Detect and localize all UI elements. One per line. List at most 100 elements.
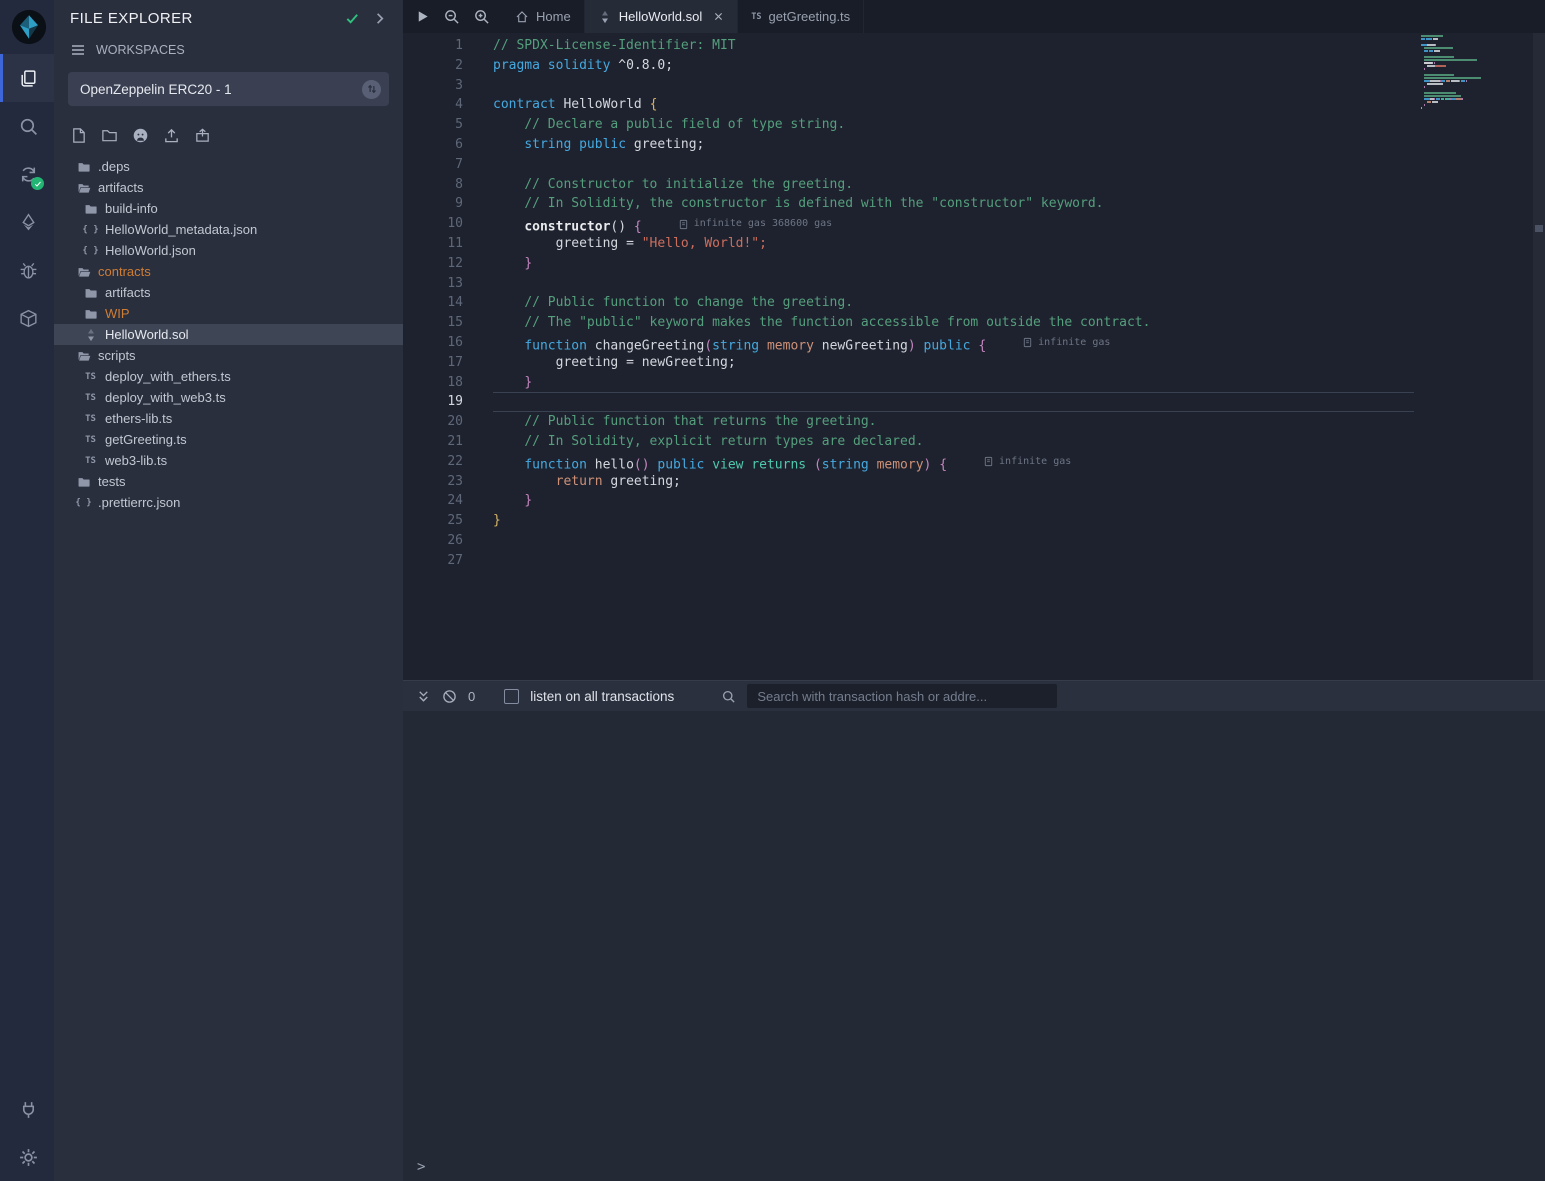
line-number[interactable]: 20: [403, 412, 493, 432]
listen-transactions-label[interactable]: listen on all transactions: [530, 689, 674, 704]
new-folder-icon[interactable]: [101, 127, 118, 144]
code-line[interactable]: contract HelloWorld {: [493, 95, 1414, 115]
search-icon[interactable]: [0, 102, 54, 150]
workspaces-menu-icon[interactable]: [70, 42, 86, 58]
file-item-deploy-with-ethers-ts[interactable]: TSdeploy_with_ethers.ts: [54, 366, 403, 387]
scrollbar-thumb[interactable]: [1535, 225, 1543, 232]
workspace-switch-icon[interactable]: [362, 80, 381, 99]
line-number[interactable]: 10: [403, 214, 493, 234]
publish-icon[interactable]: [194, 127, 211, 144]
file-item-helloworld-json[interactable]: { }HelloWorld.json: [54, 240, 403, 261]
folder-item-build-info[interactable]: build-info: [54, 198, 403, 219]
code-line[interactable]: }: [493, 373, 1414, 393]
folder-item-wip[interactable]: WIP: [54, 303, 403, 324]
code-line[interactable]: [493, 274, 1414, 294]
line-number[interactable]: 2: [403, 56, 493, 76]
file-item-prettierrc-json[interactable]: { }.prettierrc.json: [54, 492, 403, 513]
code-line[interactable]: return greeting;: [493, 472, 1414, 492]
code-line[interactable]: // In Solidity, explicit return types ar…: [493, 432, 1414, 452]
terminal-output[interactable]: >: [403, 711, 1545, 1181]
line-number[interactable]: 26: [403, 531, 493, 551]
line-number[interactable]: 5: [403, 115, 493, 135]
code-line[interactable]: greeting = newGreeting;: [493, 353, 1414, 373]
code-line[interactable]: [493, 76, 1414, 96]
github-icon[interactable]: [132, 127, 149, 144]
line-number[interactable]: 16: [403, 333, 493, 353]
code-line[interactable]: [493, 531, 1414, 551]
code-line[interactable]: }: [493, 254, 1414, 274]
line-number[interactable]: 19: [403, 392, 493, 412]
line-number[interactable]: 11: [403, 234, 493, 254]
file-item-ethers-lib-ts[interactable]: TSethers-lib.ts: [54, 408, 403, 429]
terminal-prompt[interactable]: >: [417, 1159, 425, 1175]
run-script-button[interactable]: [415, 9, 430, 24]
code-line[interactable]: [493, 551, 1414, 571]
code-editor[interactable]: 1234567891011121314151617181920212223242…: [403, 33, 1545, 680]
line-number[interactable]: 12: [403, 254, 493, 274]
zoom-out-button[interactable]: [443, 8, 460, 25]
debugger-icon[interactable]: [0, 246, 54, 294]
code-line[interactable]: // The "public" keyword makes the functi…: [493, 313, 1414, 333]
file-item-helloworld-metadata-json[interactable]: { }HelloWorld_metadata.json: [54, 219, 403, 240]
folder-item-contracts[interactable]: contracts: [54, 261, 403, 282]
settings-icon[interactable]: [0, 1133, 54, 1181]
plugin-manager-icon[interactable]: [0, 294, 54, 342]
code-line[interactable]: function hello() public view returns (st…: [493, 452, 1414, 472]
toggle-terminal-icon[interactable]: [416, 689, 431, 704]
solidity-compiler-icon[interactable]: [0, 150, 54, 198]
line-number[interactable]: 15: [403, 313, 493, 333]
folder-item-tests[interactable]: tests: [54, 471, 403, 492]
code-line[interactable]: // Declare a public field of type string…: [493, 115, 1414, 135]
line-number[interactable]: 8: [403, 175, 493, 195]
line-number[interactable]: 9: [403, 194, 493, 214]
file-item-web3-lib-ts[interactable]: TSweb3-lib.ts: [54, 450, 403, 471]
file-item-helloworld-sol[interactable]: HelloWorld.sol: [54, 324, 403, 345]
line-number[interactable]: 7: [403, 155, 493, 175]
code-line[interactable]: string public greeting;: [493, 135, 1414, 155]
folder-item-deps[interactable]: .deps: [54, 156, 403, 177]
code-line[interactable]: greeting = "Hello, World!";: [493, 234, 1414, 254]
line-number[interactable]: 17: [403, 353, 493, 373]
code-line[interactable]: }: [493, 491, 1414, 511]
close-tab-icon[interactable]: [713, 11, 724, 22]
code-line[interactable]: }: [493, 511, 1414, 531]
file-explorer-icon[interactable]: [0, 54, 54, 102]
file-item-deploy-with-web3-ts[interactable]: TSdeploy_with_web3.ts: [54, 387, 403, 408]
code-line[interactable]: // Public function to change the greetin…: [493, 293, 1414, 313]
line-number[interactable]: 21: [403, 432, 493, 452]
line-number[interactable]: 4: [403, 95, 493, 115]
upload-icon[interactable]: [163, 127, 180, 144]
code-line[interactable]: constructor() {infinite gas 368600 gas: [493, 214, 1414, 234]
line-number[interactable]: 24: [403, 491, 493, 511]
line-number[interactable]: 13: [403, 274, 493, 294]
code-line[interactable]: // In Solidity, the constructor is defin…: [493, 194, 1414, 214]
line-number[interactable]: 25: [403, 511, 493, 531]
code-content[interactable]: // SPDX-License-Identifier: MITpragma so…: [493, 33, 1414, 680]
expand-panel-icon[interactable]: [372, 11, 387, 26]
line-number[interactable]: 3: [403, 76, 493, 96]
listen-transactions-checkbox[interactable]: [504, 689, 519, 704]
line-number[interactable]: 18: [403, 373, 493, 393]
tab-getgreeting-ts[interactable]: TSgetGreeting.ts: [738, 0, 864, 33]
code-line[interactable]: pragma solidity ^0.8.0;: [493, 56, 1414, 76]
line-number[interactable]: 27: [403, 551, 493, 571]
line-number[interactable]: 14: [403, 293, 493, 313]
workspace-select[interactable]: OpenZeppelin ERC20 - 1: [68, 72, 389, 106]
clear-console-icon[interactable]: [442, 689, 457, 704]
folder-item-artifacts[interactable]: artifacts: [54, 282, 403, 303]
line-number[interactable]: 23: [403, 472, 493, 492]
remix-logo-icon[interactable]: [0, 0, 54, 54]
code-line[interactable]: [493, 155, 1414, 175]
code-line[interactable]: // Public function that returns the gree…: [493, 412, 1414, 432]
file-item-getgreeting-ts[interactable]: TSgetGreeting.ts: [54, 429, 403, 450]
line-number[interactable]: 6: [403, 135, 493, 155]
folder-item-scripts[interactable]: scripts: [54, 345, 403, 366]
new-file-icon[interactable]: [70, 127, 87, 144]
code-line[interactable]: // SPDX-License-Identifier: MIT: [493, 36, 1414, 56]
deploy-run-icon[interactable]: [0, 198, 54, 246]
tab-home[interactable]: Home: [502, 0, 585, 33]
editor-scrollbar[interactable]: [1533, 33, 1545, 680]
code-line[interactable]: [493, 392, 1414, 412]
tab-helloworld-sol[interactable]: HelloWorld.sol: [585, 0, 739, 33]
zoom-in-button[interactable]: [473, 8, 490, 25]
